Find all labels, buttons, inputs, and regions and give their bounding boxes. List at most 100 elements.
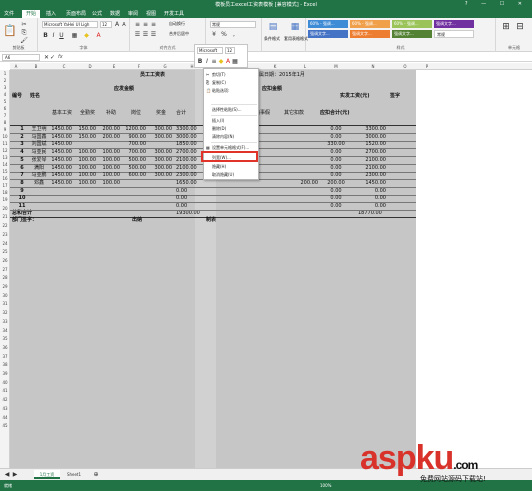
menu-item-delete[interactable]: 删除(D) (204, 125, 259, 133)
mini-fill-icon[interactable]: ◆ (218, 57, 224, 65)
row-header[interactable]: 43 (0, 405, 10, 414)
cell-name[interactable]: 张爱琴 (28, 157, 50, 164)
cell-post[interactable]: 700.00 (120, 141, 147, 148)
row-header[interactable]: 44 (0, 414, 10, 423)
cell-base[interactable]: 1450.00 (50, 172, 72, 179)
cell-att[interactable]: 100.00 (72, 165, 97, 172)
zoom-level[interactable]: 100% (320, 483, 331, 488)
menu-item-copy[interactable]: ⎘ 复制(C) (204, 79, 259, 87)
row-header[interactable]: 4 (0, 91, 10, 98)
cell-bonus[interactable]: 300.00 (146, 165, 173, 172)
tab-data[interactable]: 数据 (110, 10, 120, 17)
insert-cells-icon[interactable]: ⊞ (500, 20, 512, 34)
row-header[interactable]: 14 (0, 161, 10, 168)
cell-name[interactable]: 马亚民 (28, 149, 50, 156)
row-header[interactable]: 20 (0, 205, 10, 214)
cell-bonus[interactable]: 300.00 (146, 149, 173, 156)
cell-actual[interactable]: 0.00 (352, 195, 386, 202)
add-sheet-icon[interactable]: ⊕ (92, 470, 100, 479)
confirm-entry-icon[interactable]: ✓ (50, 54, 55, 61)
cell-actual[interactable]: 2700.00 (352, 149, 386, 156)
row-header[interactable]: 45 (0, 422, 10, 431)
align-top-icon[interactable]: ≡ (134, 21, 141, 28)
row-header[interactable]: 7 (0, 112, 10, 119)
cell-name[interactable]: 满阳 (28, 165, 50, 172)
style-accent-2[interactable]: 60% - 强调... (350, 20, 390, 28)
copy-icon[interactable]: ⎘ (20, 29, 28, 36)
cell-no[interactable]: 9 (18, 188, 26, 195)
row-header[interactable]: 25 (0, 248, 10, 257)
font-name-select[interactable]: Microsoft YaHei UI Ligh (42, 21, 98, 28)
mini-italic-icon[interactable]: I (204, 57, 210, 65)
cell-no[interactable]: 1 (18, 126, 26, 133)
row-headers[interactable]: 1 2 3 4 5 6 7 8 9 10 11 12 13 14 15 16 17 18 19 20 21 22 23 24 2… (0, 70, 10, 468)
grow-font-icon[interactable]: A (114, 21, 120, 28)
row-header[interactable]: 37 (0, 353, 10, 362)
cell-total[interactable]: 0.00 (176, 188, 200, 195)
row-header[interactable]: 29 (0, 283, 10, 292)
close-icon[interactable]: ✕ (518, 1, 528, 7)
mini-align-icon[interactable]: ≡ (211, 57, 217, 65)
cell-no[interactable]: 8 (18, 180, 26, 187)
conditional-format-icon[interactable]: ▤ (264, 20, 282, 34)
cell-total[interactable]: 0.00 (176, 195, 200, 202)
row-header[interactable]: 19 (0, 196, 10, 205)
cell-no[interactable]: 3 (18, 141, 26, 148)
font-color-icon[interactable]: A (94, 31, 103, 39)
column-headers[interactable]: A B C D E F G H I J K L M N O P (10, 63, 532, 70)
cell-sub[interactable]: 100.00 (96, 172, 121, 179)
delete-cells-icon[interactable]: ⊟ (514, 20, 526, 34)
cell-base[interactable]: 1450.00 (50, 165, 72, 172)
cell-post[interactable]: 900.00 (120, 134, 147, 141)
cell-dtotal[interactable]: 0.00 (320, 149, 352, 156)
cell-name[interactable]: 邓鑫 (28, 180, 50, 187)
cell-dtotal[interactable]: 0.00 (320, 126, 352, 133)
tab-file[interactable]: 文件 (4, 10, 14, 17)
window-controls[interactable]: ? — ☐ ✕ (465, 1, 528, 7)
row-header[interactable]: 12 (0, 147, 10, 154)
wrap-text-button[interactable]: 自动换行 (168, 21, 202, 28)
percent-icon[interactable]: % (220, 31, 228, 38)
cell-bonus[interactable]: 300.00 (146, 172, 173, 179)
row-header[interactable]: 5 (0, 98, 10, 105)
mini-border-icon[interactable]: ▦ (232, 57, 238, 65)
align-right-icon[interactable]: ☰ (150, 31, 157, 38)
row-header[interactable]: 15 (0, 168, 10, 175)
number-format-select[interactable]: 常规 (210, 21, 256, 28)
worksheet[interactable]: A B C D E F G H I J K L M N O P 12345678… (0, 63, 532, 468)
align-center-icon[interactable]: ☰ (142, 31, 149, 38)
prev-sheet-icon[interactable]: ◀ (4, 470, 10, 479)
conditional-format-label[interactable]: 条件格式 (264, 35, 280, 42)
format-painter-icon[interactable]: 🖌 (20, 37, 28, 44)
row-header[interactable]: 28 (0, 274, 10, 283)
cell-base[interactable]: 1450.00 (50, 126, 72, 133)
sheet-tab-january[interactable]: 1月工资 (34, 470, 60, 479)
cell-att[interactable]: 100.00 (72, 149, 97, 156)
cell-total[interactable]: 2700.00 (176, 149, 200, 156)
cell-dtotal[interactable]: 0.00 (320, 165, 352, 172)
tab-page-layout[interactable]: 页面布局 (66, 10, 86, 17)
menu-item-insert[interactable]: 插入(I) (204, 117, 259, 125)
table-format-icon[interactable]: ▦ (286, 20, 304, 34)
cell-base[interactable]: 1450.00 (50, 134, 72, 141)
cell-actual[interactable]: 3000.00 (352, 134, 386, 141)
cell-dtotal[interactable]: 0.00 (320, 188, 352, 195)
cell-sub[interactable]: 100.00 (96, 149, 121, 156)
column-header[interactable]: C (50, 63, 78, 70)
row-header[interactable]: 10 (0, 133, 10, 140)
cell-att[interactable]: 150.00 (72, 126, 97, 133)
style-accent-6[interactable]: 强调文字... (350, 30, 390, 38)
column-header[interactable]: A (10, 63, 22, 70)
tab-insert[interactable]: 插入 (46, 10, 56, 17)
cell-base[interactable]: 1450.00 (50, 149, 72, 156)
align-middle-icon[interactable]: ≡ (142, 21, 149, 28)
row-header[interactable]: 42 (0, 396, 10, 405)
merge-center-button[interactable]: 合并后居中 (168, 31, 202, 38)
cut-icon[interactable]: ✂ (20, 21, 28, 28)
fill-color-icon[interactable]: ◆ (82, 31, 91, 39)
cell-no[interactable]: 11 (18, 203, 26, 210)
cell-post[interactable]: 1200.00 (120, 126, 146, 133)
row-header[interactable]: 31 (0, 300, 10, 309)
cell-sub[interactable]: 200.00 (96, 134, 121, 141)
cell-total[interactable]: 2100.00 (176, 157, 200, 164)
